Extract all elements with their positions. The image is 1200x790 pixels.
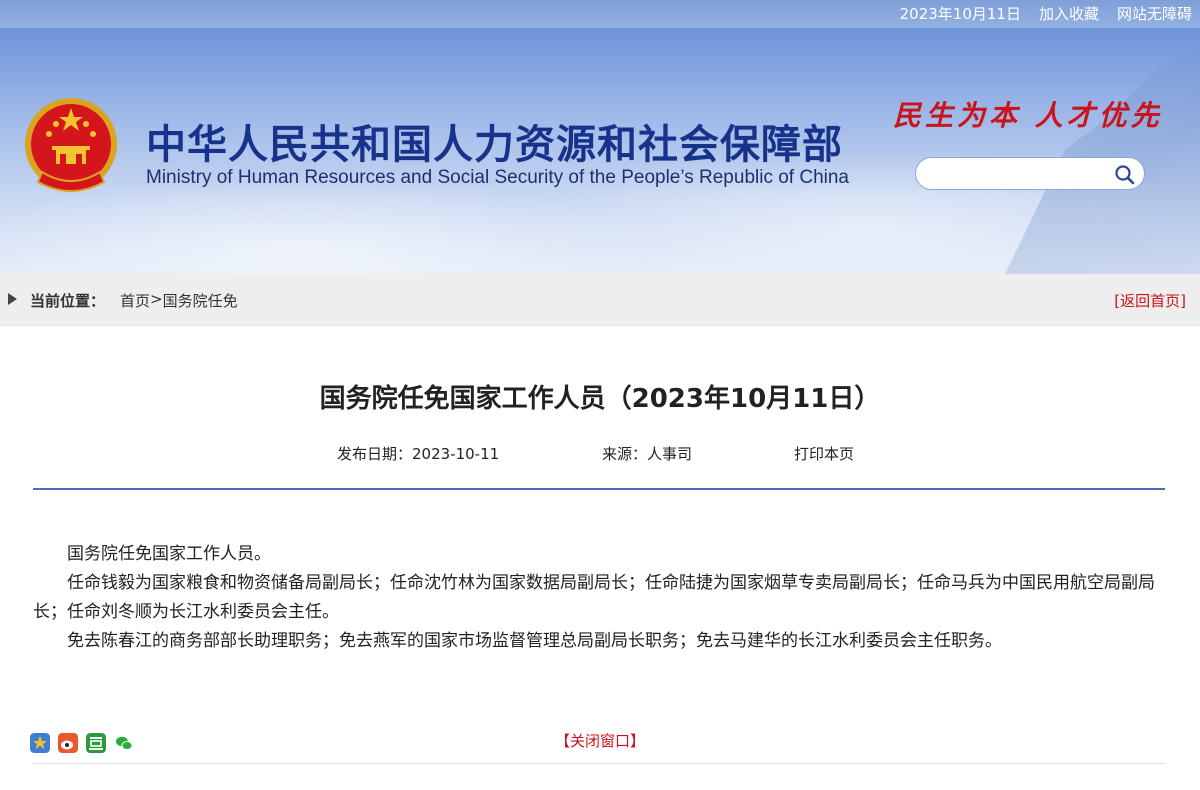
breadcrumb-current-link[interactable]: 国务院任免 xyxy=(163,290,238,311)
search-icon[interactable] xyxy=(1114,164,1136,186)
search-input[interactable] xyxy=(930,164,1110,184)
breadcrumb-bar: 当前位置： 首页 > 国务院任免 [返回首页] xyxy=(0,274,1200,326)
article-paragraph: 国务院任免国家工作人员。 xyxy=(67,544,271,564)
ministry-name-chinese: 中华人民共和国人力资源和社会保障部 xyxy=(146,122,843,168)
close-window-link[interactable]: 【关闭窗口】 xyxy=(0,730,1200,751)
article-paragraph: 任命钱毅为国家粮食和物资储备局副局长；任命沈竹林为国家数据局副局长；任命陆捷为国… xyxy=(33,573,1155,622)
top-utility-bar: 2023年10月11日 加入收藏 网站无障碍 xyxy=(0,0,1200,28)
location-label: 当前位置： xyxy=(30,292,106,310)
search-box[interactable] xyxy=(915,157,1145,190)
accessibility-link[interactable]: 网站无障碍 xyxy=(1117,3,1192,24)
add-bookmark-link[interactable]: 加入收藏 xyxy=(1039,3,1099,24)
breadcrumb-separator: > xyxy=(150,290,163,308)
article-paragraph: 免去陈春江的商务部部长助理职务；免去燕军的国家市场监督管理总局副局长职务；免去马… xyxy=(67,631,1002,651)
national-emblem-icon xyxy=(25,98,117,192)
title-divider xyxy=(33,488,1165,490)
slogan: 民生为本 人才优先 xyxy=(893,99,1163,132)
back-home-link[interactable]: [返回首页] xyxy=(1114,290,1186,311)
breadcrumb: 首页 > 国务院任免 xyxy=(120,290,238,311)
ministry-name-english: Ministry of Human Resources and Social S… xyxy=(146,167,849,188)
footer-divider xyxy=(33,763,1165,764)
article-source: 来源：人事司 xyxy=(602,445,693,463)
play-arrow-icon xyxy=(8,293,17,305)
publish-date: 发布日期：2023-10-11 xyxy=(337,445,500,463)
article-body: 国务院任免国家工作人员。 任命钱毅为国家粮食和物资储备局副局长；任命沈竹林为国家… xyxy=(33,540,1165,656)
current-date: 2023年10月11日 xyxy=(899,5,1021,23)
print-page-link[interactable]: 打印本页 xyxy=(794,443,854,464)
breadcrumb-home-link[interactable]: 首页 xyxy=(120,290,150,311)
top-links: 2023年10月11日 加入收藏 网站无障碍 xyxy=(900,3,1192,24)
article-title: 国务院任免国家工作人员（2023年10月11日） xyxy=(319,384,881,414)
